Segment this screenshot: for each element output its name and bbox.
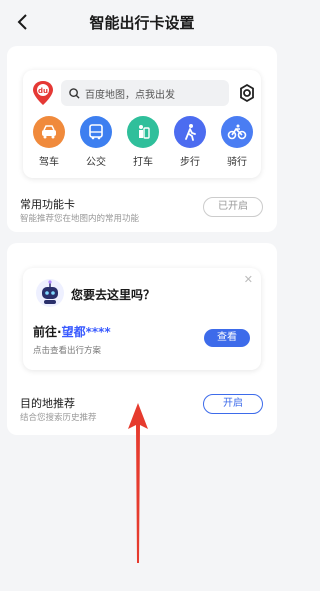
common-card-title: 常用功能卡 (20, 198, 75, 211)
mode-bike[interactable]: 骑行 (217, 116, 257, 168)
taxi-icon (127, 116, 159, 148)
svg-text:du: du (38, 87, 48, 95)
dest-card-subtitle: 结合您搜索历史推荐 (20, 413, 97, 423)
mode-label: 步行 (180, 157, 200, 168)
map-logo-icon: du (31, 80, 55, 106)
robot-assistant-icon (35, 278, 65, 308)
mode-label: 骑行 (227, 157, 247, 168)
bus-icon (80, 116, 112, 148)
view-button[interactable]: 查看 (204, 329, 250, 347)
destination-name: 望都**** (61, 325, 111, 339)
search-placeholder: 百度地图，点我出发 (85, 89, 175, 101)
travel-modes: 驾车 公交 打车 步行 骑行 (23, 116, 261, 172)
enable-button[interactable]: 开启 (203, 394, 263, 414)
mode-drive[interactable]: 驾车 (29, 116, 69, 168)
mode-label: 驾车 (39, 157, 59, 168)
search-icon (69, 87, 80, 99)
car-icon (33, 116, 65, 148)
mode-label: 打车 (133, 157, 153, 168)
page-title: 智能出行卡设置 (89, 14, 195, 32)
search-bar[interactable]: 百度地图，点我出发 (61, 80, 229, 106)
red-arrow-annotation (128, 403, 148, 563)
destination-line: 前往·望都**** (33, 323, 111, 340)
bike-icon (221, 116, 253, 148)
preview-card: du 百度地图，点我出发 驾车 公交 打车 步行 骑行 (23, 70, 261, 178)
settings-icon[interactable] (237, 83, 257, 103)
close-icon[interactable]: ✕ (244, 273, 253, 286)
header: 智能出行卡设置 (0, 0, 284, 44)
destination-question: 您要去这里吗？ (71, 288, 156, 302)
walk-icon (174, 116, 206, 148)
mode-walk[interactable]: 步行 (170, 116, 210, 168)
destination-subtext: 点击查看出行方案 (33, 346, 102, 356)
dest-card-title: 目的地推荐 (20, 397, 75, 410)
enabled-button[interactable]: 已开启 (203, 197, 263, 217)
mode-taxi[interactable]: 打车 (123, 116, 163, 168)
destination-prefix: 前往· (33, 325, 62, 339)
mode-bus[interactable]: 公交 (76, 116, 116, 168)
common-card-subtitle: 智能推荐您在地图内的常用功能 (20, 214, 140, 224)
destination-preview: 您要去这里吗？ ✕ 前往·望都**** 点击查看出行方案 查看 (23, 268, 261, 370)
mode-label: 公交 (86, 157, 106, 168)
common-function-card: du 百度地图，点我出发 驾车 公交 打车 步行 骑行 常用功能卡 智能推荐您在… (7, 46, 277, 232)
